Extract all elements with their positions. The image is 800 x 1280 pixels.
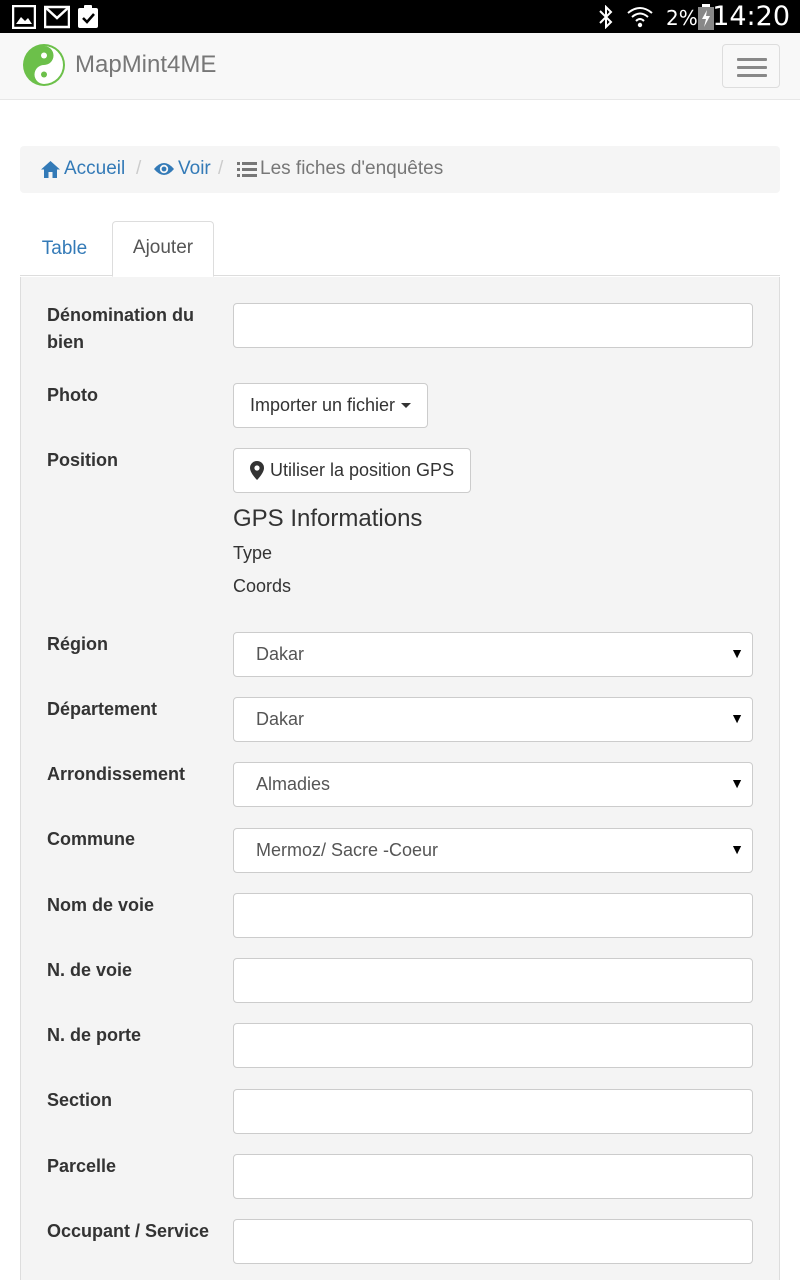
n-voie-input[interactable] [233, 958, 753, 1003]
hamburger-bar [737, 66, 767, 69]
use-gps-label: Utiliser la position GPS [270, 460, 455, 480]
arrondissement-select[interactable]: Almadies ▼ [233, 762, 753, 807]
dropdown-arrow-icon: ▼ [730, 645, 744, 661]
brand-title[interactable]: MapMint4ME [75, 51, 216, 79]
gmail-icon [43, 5, 71, 34]
arrondissement-label: Arrondissement [47, 764, 186, 784]
position-label: Position [47, 450, 118, 470]
departement-value: Dakar [256, 709, 305, 729]
eye-icon [154, 163, 174, 175]
breadcrumb-current: Les fiches d'enquêtes [237, 158, 443, 180]
dropdown-arrow-icon: ▼ [730, 841, 744, 857]
region-select[interactable]: Dakar ▼ [233, 632, 753, 677]
gps-info-title: GPS Informations [233, 505, 423, 532]
map-marker-icon [250, 461, 264, 480]
hamburger-bar [737, 74, 767, 77]
gallery-icon [11, 4, 37, 34]
breadcrumb-home-label: Accueil [64, 158, 126, 179]
breadcrumb-view[interactable]: Voir [153, 158, 211, 180]
commune-label: Commune [47, 829, 136, 849]
section-label: Section [47, 1090, 113, 1110]
parcelle-label: Parcelle [47, 1156, 117, 1176]
wifi-icon [626, 5, 654, 34]
nom-voie-label: Nom de voie [47, 895, 155, 915]
import-file-label: Importer un fichier [250, 395, 396, 415]
list-icon [237, 161, 257, 177]
denomination-label: Dénomination du bien [47, 305, 194, 352]
tab-table[interactable]: Table [20, 222, 109, 275]
gps-type-label: Type [233, 543, 273, 563]
caret-down-icon [401, 403, 412, 408]
navbar: MapMint4ME [0, 33, 800, 100]
clock: 14:20 [712, 1, 790, 32]
breadcrumb: Accueil / Voir / Les fiches d'enquêtes [20, 146, 780, 193]
use-gps-button[interactable]: Utiliser la position GPS [233, 448, 472, 493]
breadcrumb-view-label: Voir [178, 158, 211, 179]
nom-voie-input[interactable] [233, 893, 753, 938]
clipboard-check-icon [76, 5, 100, 34]
dropdown-arrow-icon: ▼ [730, 775, 744, 791]
n-porte-label: N. de porte [47, 1025, 142, 1045]
occupant-label: Occupant / Service [47, 1221, 210, 1241]
mapmint-logo-icon[interactable] [22, 43, 66, 87]
import-file-button[interactable]: Importer un fichier [233, 383, 429, 428]
battery-percent: 2% [666, 6, 698, 30]
home-icon [41, 160, 60, 178]
status-bar: 2% 14:20 [0, 0, 800, 33]
region-value: Dakar [256, 644, 305, 664]
departement-select[interactable]: Dakar ▼ [233, 697, 753, 742]
n-voie-label: N. de voie [47, 960, 133, 980]
denomination-input[interactable] [233, 303, 753, 348]
breadcrumb-separator: / [218, 158, 224, 179]
tab-add[interactable]: Ajouter [112, 221, 214, 277]
parcelle-input[interactable] [233, 1154, 753, 1199]
arrondissement-value: Almadies [256, 774, 331, 794]
bluetooth-icon [596, 4, 616, 34]
region-label: Région [47, 634, 108, 654]
occupant-input[interactable] [233, 1219, 753, 1264]
gps-coords-label: Coords [233, 576, 292, 596]
departement-label: Département [47, 699, 158, 719]
dropdown-arrow-icon: ▼ [730, 710, 744, 726]
commune-value: Mermoz/ Sacre -Coeur [256, 840, 439, 860]
hamburger-icon [737, 58, 767, 61]
breadcrumb-home[interactable]: Accueil [40, 158, 125, 180]
photo-label: Photo [47, 385, 98, 405]
section-input[interactable] [233, 1089, 753, 1134]
breadcrumb-current-label: Les fiches d'enquêtes [260, 158, 444, 179]
menu-toggle-button[interactable] [722, 44, 780, 88]
commune-select[interactable]: Mermoz/ Sacre -Coeur ▼ [233, 828, 753, 873]
breadcrumb-separator: / [136, 158, 142, 179]
n-porte-input[interactable] [233, 1023, 753, 1068]
